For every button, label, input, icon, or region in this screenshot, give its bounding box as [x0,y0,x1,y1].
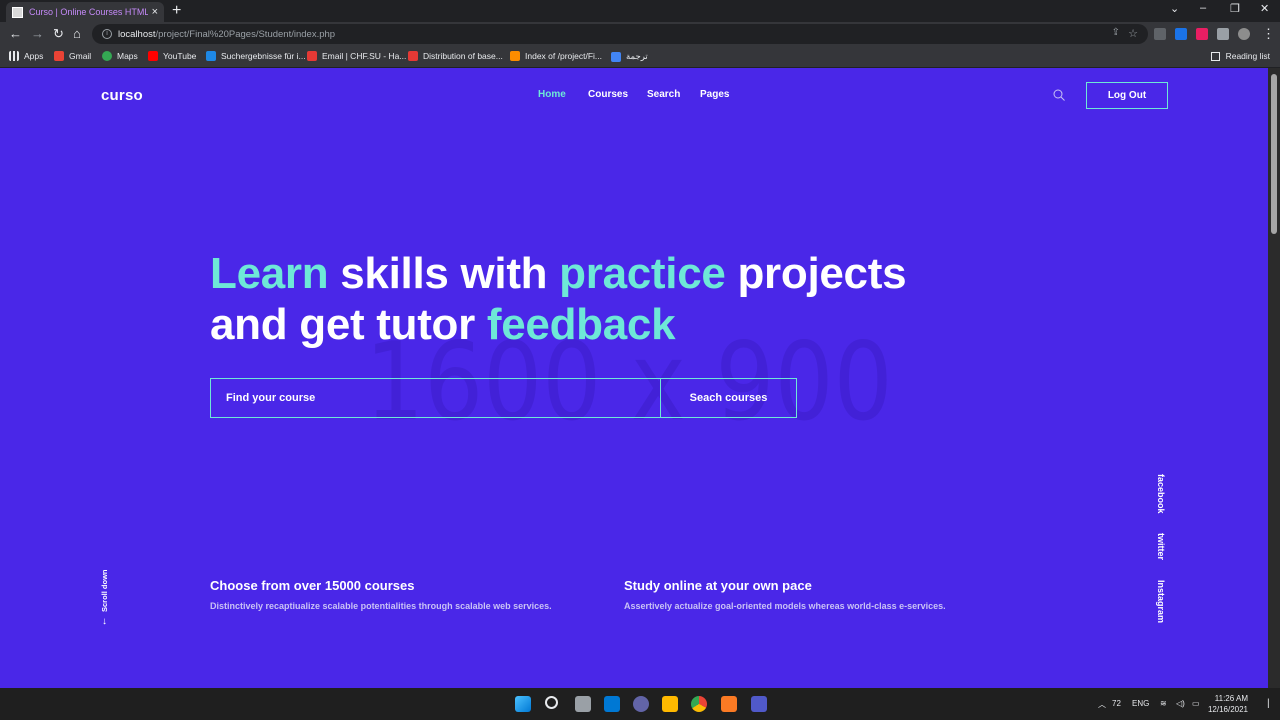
browser-tab-strip: Curso | Online Courses HTML5 Te × + ⌄ – … [0,0,1280,22]
bookmark-star-icon[interactable]: ☆ [1128,27,1138,40]
clock-date: 12/16/2021 [1207,705,1248,714]
color-extension-icon[interactable] [1196,28,1208,40]
taskbar-search-icon[interactable] [545,696,558,709]
maps-icon [102,51,112,61]
share-icon[interactable]: ⇪ [1112,27,1120,38]
course-search-form: Find your course Seach courses [210,378,797,418]
address-bar-row: ← → ↻ ⌂ i localhost /project/Final%20Pag… [0,22,1280,46]
page-content: curso Home Courses Search Pages Log Out … [0,68,1268,688]
bookmark-index[interactable]: Index of /project/Fi... [510,51,602,61]
profile-avatar-icon[interactable] [1238,28,1250,40]
url-field[interactable]: i localhost /project/Final%20Pages/Stude… [92,24,1148,44]
menu-kebab-icon[interactable]: ⋮ [1262,26,1275,42]
scroll-down-label: Scroll down [100,569,109,612]
system-clock[interactable]: 11:26 AM 12/16/2021 [1208,693,1248,715]
bookmark-gmail[interactable]: Gmail [54,51,91,61]
reload-icon[interactable]: ↻ [53,26,64,42]
tray-chevron-icon[interactable]: ︿ [1098,699,1106,710]
nav-pages[interactable]: Pages [700,89,729,100]
nav-courses[interactable]: Courses [588,89,628,100]
chrome-icon[interactable] [691,696,707,712]
widgets-icon[interactable] [604,696,620,712]
bookmark-translate[interactable]: ترجمة [611,51,648,62]
wifi-icon[interactable]: ≋ [1160,699,1167,708]
teams-icon[interactable] [751,696,767,712]
arrow-down-icon: ↓ [102,616,107,627]
notification-icon[interactable]: ▏ [1268,699,1274,708]
file-explorer-icon[interactable] [662,696,678,712]
puzzle-extensions-icon[interactable] [1217,28,1229,40]
bookmark-youtube[interactable]: YouTube [148,51,196,61]
forward-icon[interactable]: → [31,26,44,42]
reading-list-icon [1210,51,1220,61]
s-icon [206,51,216,61]
apps-grid-icon [9,51,19,61]
tab-title: Curso | Online Courses HTML5 Te [29,7,148,17]
chat-icon[interactable] [633,696,649,712]
taskbar: ︿ 72 ENG ≋ ◁) ▭ 11:26 AM 12/16/2021 ▏ [0,688,1280,720]
volume-icon[interactable]: ◁) [1176,699,1185,708]
feature-title: Study online at your own pace [624,578,812,593]
page-scrollbar[interactable] [1268,68,1280,688]
b-icon [307,51,317,61]
instagram-link[interactable]: Instagram [1156,580,1166,623]
url-path: /project/Final%20Pages/Student/index.php [155,28,336,40]
reading-list-button[interactable]: Reading list [1210,51,1270,61]
battery-icon[interactable]: ▭ [1192,699,1200,708]
clock-time: 11:26 AM [1214,694,1248,703]
minimize-icon[interactable]: – [1200,2,1206,14]
site-info-icon[interactable]: i [102,29,112,39]
tab-close-icon[interactable]: × [152,6,158,18]
shield-extension-icon[interactable] [1154,28,1166,40]
facebook-link[interactable]: facebook [1156,474,1166,514]
start-windows-icon[interactable] [515,696,531,712]
youtube-icon [148,51,158,61]
url-host: localhost [118,28,156,40]
xampp-icon[interactable] [721,696,737,712]
new-tab-icon[interactable]: + [172,2,181,20]
home-icon[interactable]: ⌂ [73,26,81,42]
extension-icon[interactable] [1175,28,1187,40]
back-icon[interactable]: ← [9,26,22,42]
feature-description: Assertively actualize goal-oriented mode… [624,601,946,611]
xampp-icon [510,51,520,61]
browser-tab[interactable]: Curso | Online Courses HTML5 Te × [6,2,164,22]
logout-button[interactable]: Log Out [1086,82,1168,109]
language-indicator[interactable]: ENG [1132,699,1149,708]
twitter-link[interactable]: twitter [1156,533,1166,560]
course-search-input[interactable]: Find your course [211,379,660,417]
feature-description: Distinctively recaptiualize scalable pot… [210,601,552,611]
bookmark-apps[interactable]: Apps [9,51,43,61]
translate-icon [611,51,621,62]
bookmarks-bar: Apps Gmail Maps YouTube Suchergebnisse f… [0,46,1280,68]
bookmark-search-results[interactable]: Suchergebnisse für i... [206,51,306,61]
task-view-icon[interactable] [575,696,591,712]
scrollbar-thumb[interactable] [1271,74,1277,234]
scroll-down-indicator[interactable]: Scroll down ↓ [97,560,117,630]
bookmark-email[interactable]: Email | CHF.SU - Ha... [307,51,406,61]
tab-search-icon[interactable]: ⌄ [1170,2,1179,15]
search-icon[interactable] [1053,89,1065,101]
nav-search[interactable]: Search [647,89,680,100]
weather-temp[interactable]: 72 [1112,699,1121,708]
gmail-icon [54,51,64,61]
feature-title: Choose from over 15000 courses [210,578,415,593]
search-courses-button[interactable]: Seach courses [660,379,796,417]
tab-favicon-icon [12,6,23,18]
bookmark-distribution[interactable]: Distribution of base... [408,51,503,61]
b-icon [408,51,418,61]
restore-icon[interactable]: ❐ [1230,2,1240,15]
bookmark-maps[interactable]: Maps [102,51,138,61]
site-logo[interactable]: curso [101,87,143,104]
close-window-icon[interactable]: ✕ [1260,2,1269,15]
nav-home[interactable]: Home [538,89,566,100]
hero-heading: Learn skills with practice projects and … [210,249,907,349]
